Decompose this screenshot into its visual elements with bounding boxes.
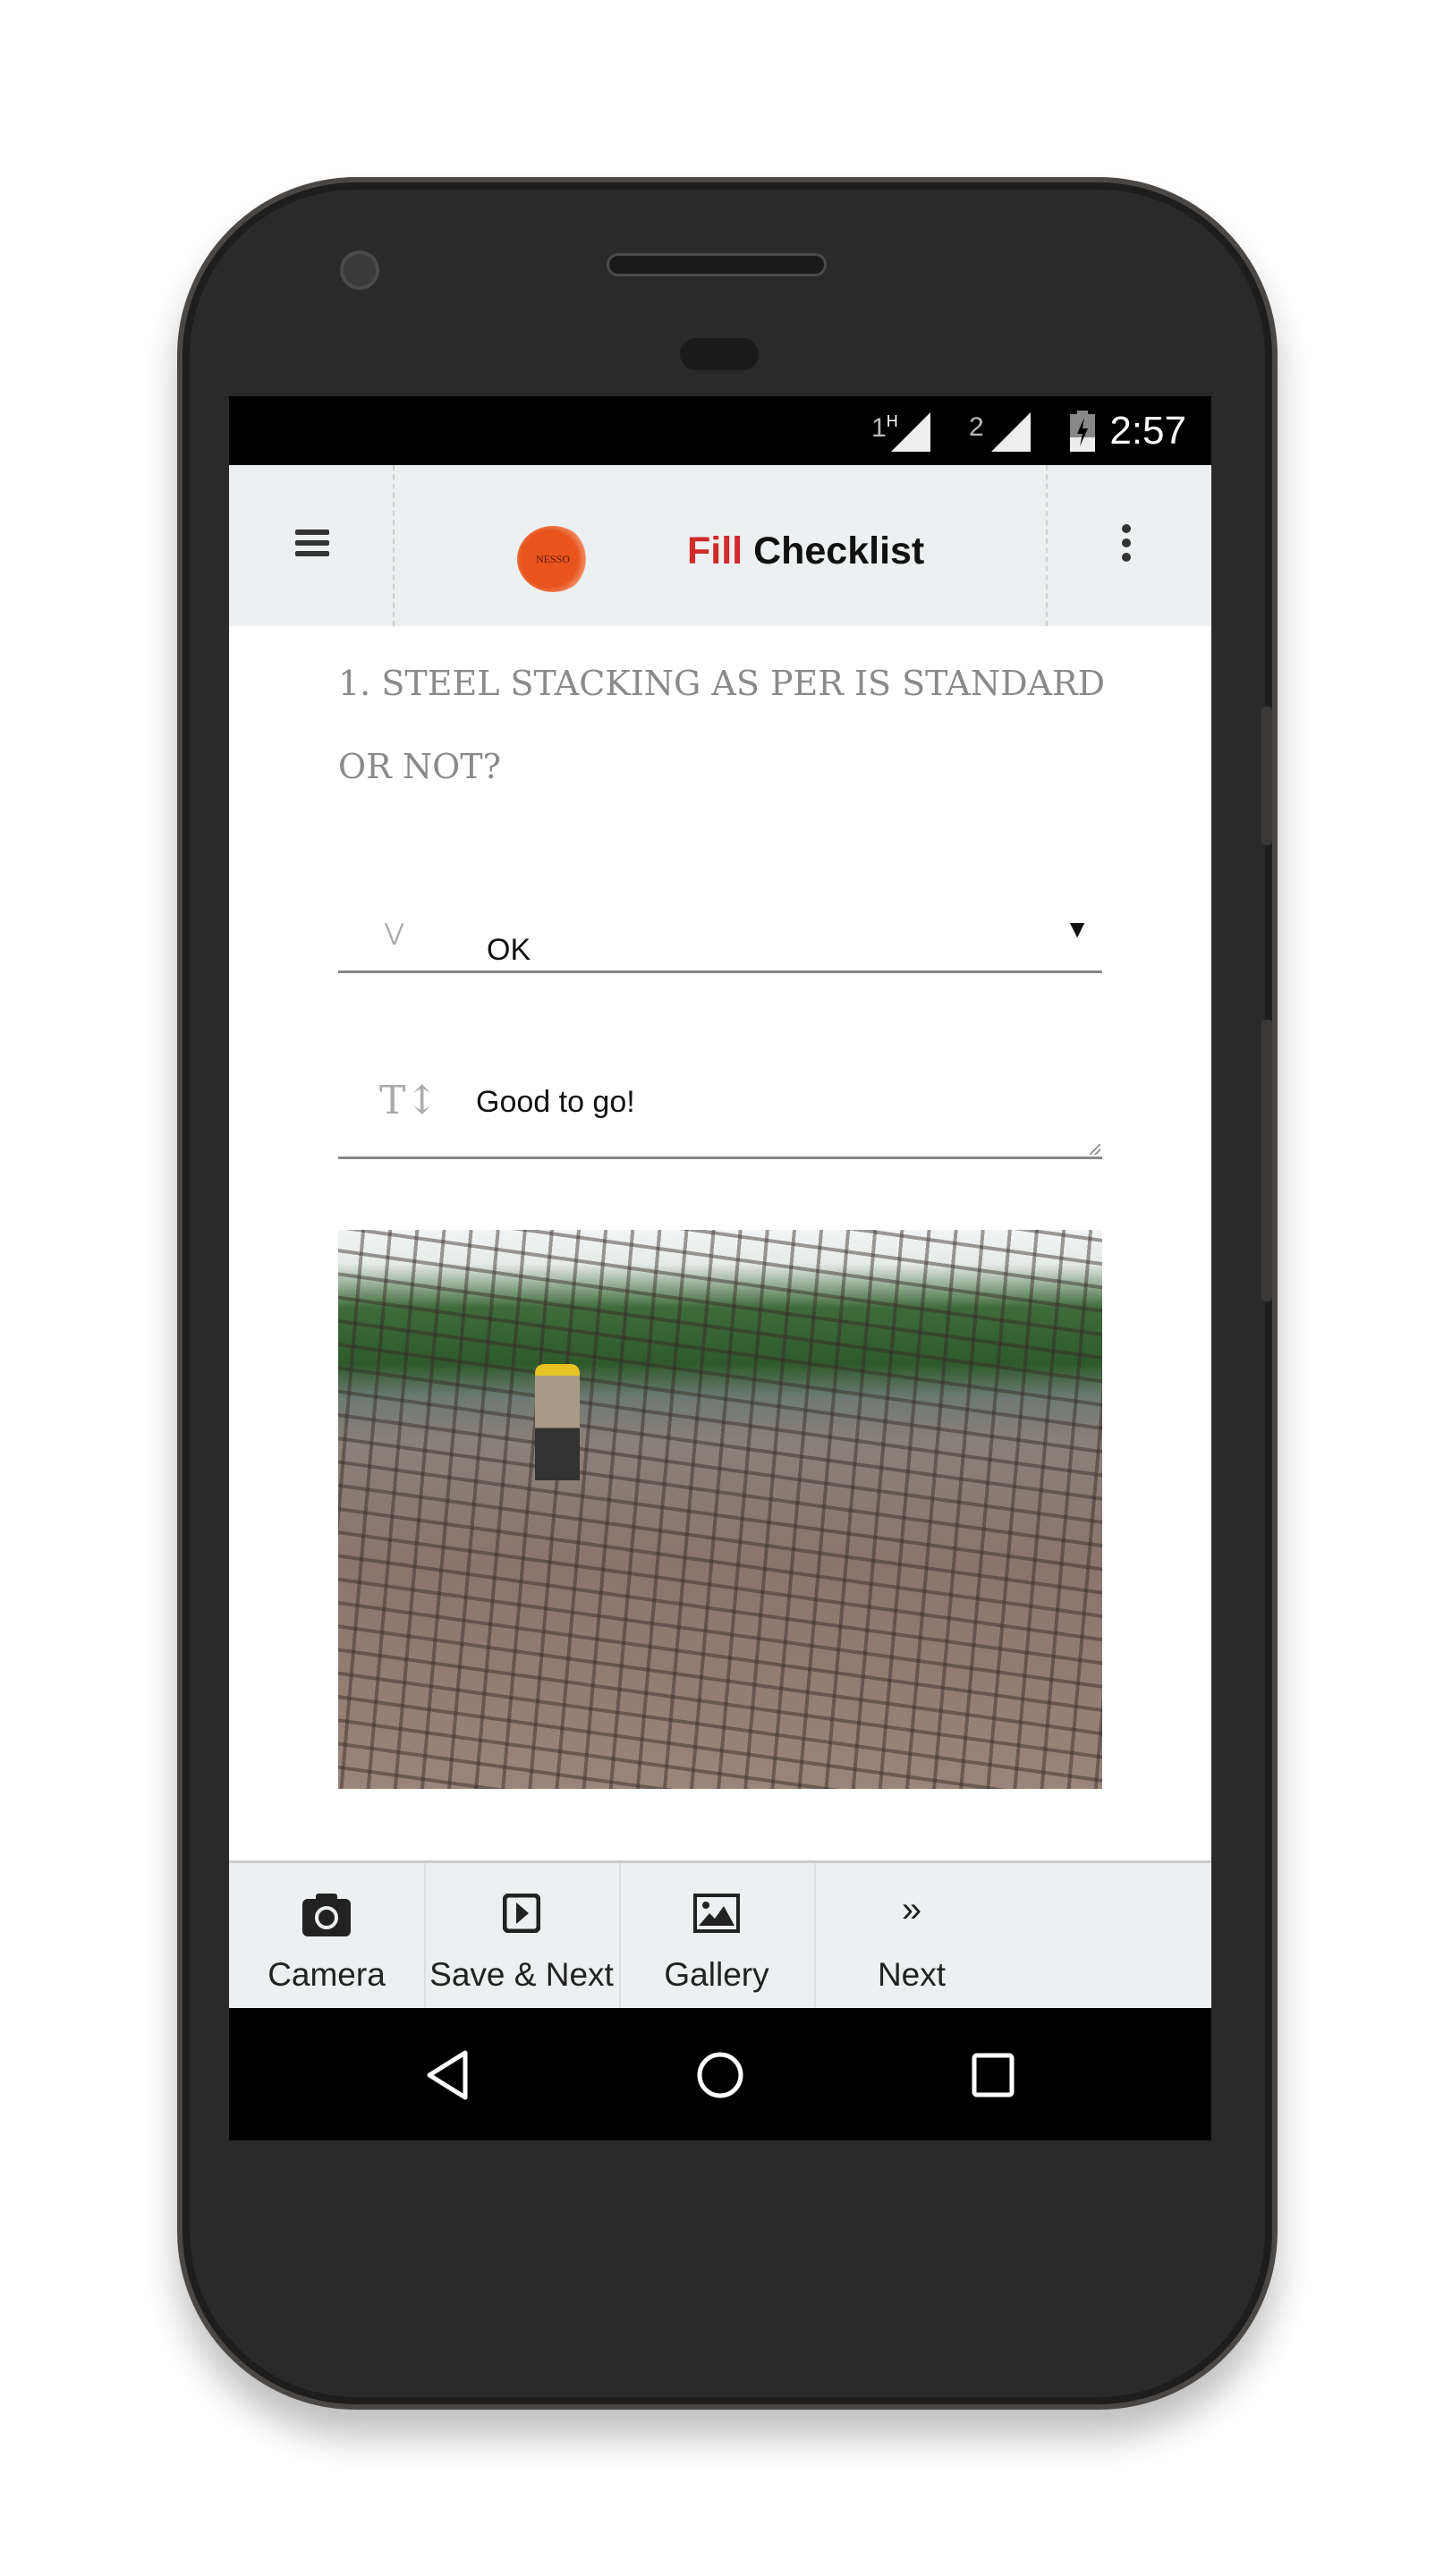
recents-icon[interactable] (972, 2053, 1015, 2097)
volume-button (1261, 1020, 1272, 1301)
camera-label: Camera (267, 1956, 386, 1993)
power-button (1261, 707, 1272, 845)
save-next-icon (503, 1894, 540, 1933)
divider (1046, 465, 1048, 626)
resize-handle[interactable] (1090, 1144, 1100, 1155)
status-select[interactable]: ⋁ OK ▼ (338, 915, 1102, 973)
gallery-icon (693, 1894, 740, 1933)
photo-workers (535, 1364, 580, 1480)
battery-charging-icon (1070, 411, 1095, 452)
more-vert-icon[interactable] (1122, 524, 1131, 567)
proximity-sensor (680, 338, 759, 370)
menu-icon[interactable] (295, 530, 329, 562)
save-next-label: Save & Next (429, 1956, 614, 1993)
back-icon[interactable] (424, 2049, 469, 2101)
clock: 2:57 (1109, 409, 1186, 453)
dropdown-arrow-icon: ▼ (1065, 915, 1090, 943)
next-button[interactable]: » Next (814, 1863, 1009, 2011)
status-bar: 1H 2 2:57 (229, 396, 1211, 465)
remarks-value: Good to go! (476, 1085, 635, 1119)
sim2-label: 2 (969, 412, 984, 442)
home-icon[interactable] (696, 2051, 744, 2099)
app-logo: NESSO (517, 526, 589, 592)
signal-icon (891, 412, 930, 452)
front-camera (340, 250, 379, 290)
checklist-photo[interactable] (338, 1230, 1102, 1789)
screen: 1H 2 2:57 NESSO Fill Checklist 1. STEEL … (229, 396, 1211, 2140)
save-next-button[interactable]: Save & Next (424, 1863, 621, 2011)
earpiece-speaker (607, 253, 827, 276)
bottom-toolbar: Camera Save & Next Gallery » Next (229, 1860, 1211, 2011)
double-chevron-down-icon: ⋁ (385, 919, 404, 945)
camera-icon (302, 1894, 351, 1936)
text-icon: T↕ (379, 1078, 439, 1123)
camera-button[interactable]: Camera (229, 1863, 426, 2011)
page-title: Fill Checklist (687, 530, 925, 572)
android-nav-bar (229, 2008, 1211, 2140)
divider (393, 465, 395, 626)
status-select-value: OK (487, 933, 531, 967)
double-chevron-right-icon: » (901, 1890, 922, 1929)
next-label: Next (877, 1956, 947, 1993)
question-text: 1. STEEL STACKING AS PER IS STANDARD OR … (338, 664, 1106, 786)
signal-icon (991, 412, 1031, 452)
gallery-label: Gallery (664, 1956, 769, 1993)
gallery-button[interactable]: Gallery (619, 1863, 816, 2011)
app-header: NESSO Fill Checklist (229, 465, 1211, 626)
remarks-textarea[interactable]: T↕ Good to go! (338, 1058, 1102, 1159)
